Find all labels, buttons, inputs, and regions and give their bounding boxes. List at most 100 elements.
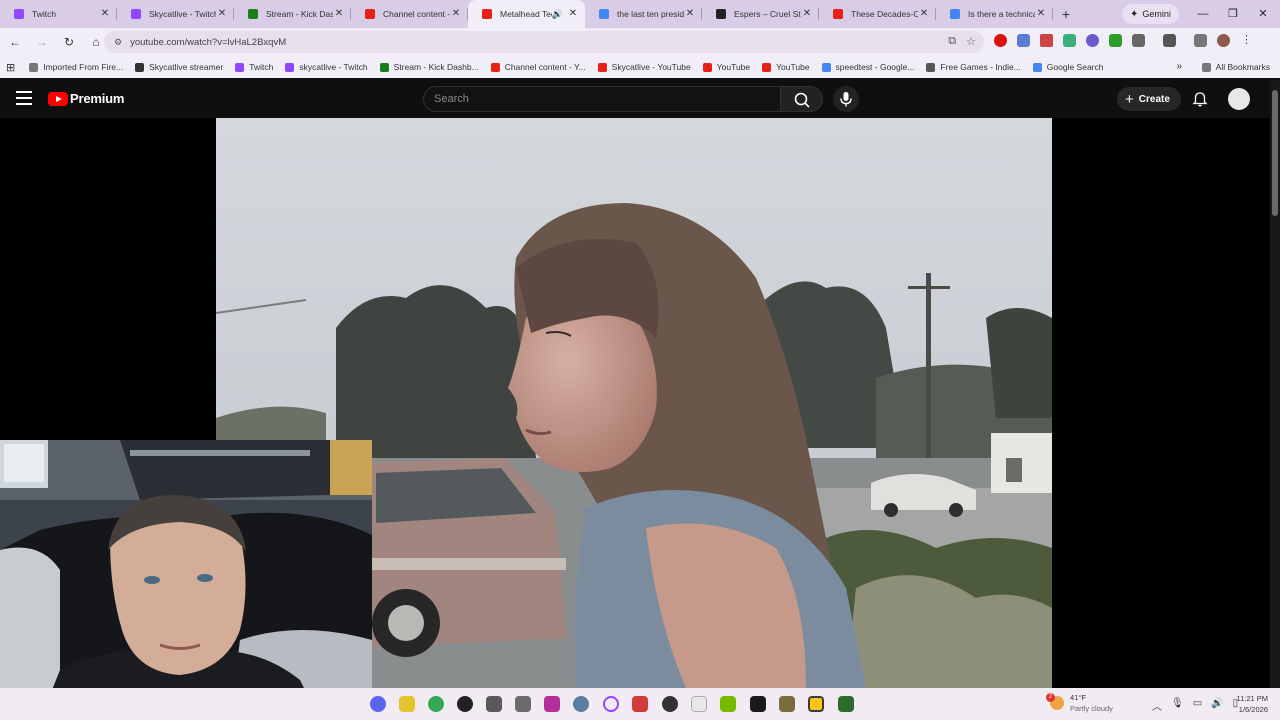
bookmark-item[interactable]: Google Search: [1032, 62, 1103, 72]
forward-button[interactable]: →: [30, 30, 54, 54]
browser-tab[interactable]: Stream - Kick Dashb✕: [234, 0, 351, 28]
rockstar-app-icon[interactable]: [808, 696, 824, 712]
volume-tray-icon[interactable]: 🔊: [1211, 698, 1223, 713]
red-app-icon[interactable]: [632, 696, 648, 712]
browser-tab[interactable]: These Decades-Old✕: [819, 0, 936, 28]
webcam-overlay: [0, 440, 372, 720]
pink-app-icon[interactable]: [544, 696, 560, 712]
browser-tab[interactable]: Twitch ✕: [0, 0, 117, 28]
twitch-icon: [14, 9, 24, 19]
bookmark-item[interactable]: Stream - Kick Dashb...: [379, 62, 479, 72]
menu-hamburger-icon[interactable]: [16, 91, 32, 105]
chrome-menu-icon[interactable]: ⋮: [1240, 34, 1253, 47]
omnibox-actions: ⧉ ☆: [948, 35, 976, 48]
profile-avatar-icon[interactable]: [1217, 34, 1230, 47]
install-app-icon[interactable]: ⧉: [948, 35, 956, 48]
bookmark-star-icon[interactable]: ☆: [966, 35, 976, 48]
bookmark-item[interactable]: speedtest - Google...: [821, 62, 914, 72]
vortex-app-icon[interactable]: [838, 696, 854, 712]
checkbox-app-icon[interactable]: [486, 696, 502, 712]
apps-grid-icon[interactable]: ⊞: [6, 61, 15, 74]
microphone-tray-icon[interactable]: 🎙: [1171, 698, 1184, 713]
new-tab-button[interactable]: +: [1053, 0, 1079, 28]
tab-title: Stream - Kick Dashb: [266, 9, 333, 19]
tab-close-icon[interactable]: ✕: [99, 8, 111, 20]
bookmark-item[interactable]: YouTube: [702, 62, 750, 72]
side-panel-icon[interactable]: [1163, 34, 1176, 47]
chrome-app-icon[interactable]: [428, 696, 444, 712]
tab-close-icon[interactable]: ✕: [684, 8, 696, 20]
browser-tab[interactable]: Channel content - Y✕: [351, 0, 468, 28]
browser-tab[interactable]: the last ten presid ✕: [585, 0, 702, 28]
account-avatar[interactable]: [1228, 88, 1250, 110]
bookmark-item[interactable]: Free Games - Indie...: [926, 62, 1021, 72]
extensions-puzzle-icon[interactable]: [1132, 34, 1145, 47]
snipping-tool-icon[interactable]: [691, 696, 707, 712]
tray-chevron-up-icon[interactable]: ︿: [1152, 698, 1162, 713]
tab-close-icon[interactable]: ✕: [801, 8, 813, 20]
bookmark-item[interactable]: Channel content - Y...: [490, 62, 586, 72]
epic-games-icon[interactable]: [750, 696, 766, 712]
bookmark-item[interactable]: YouTube: [762, 62, 810, 72]
browser-tab[interactable]: Metalhead Teen🔊 ✕: [468, 0, 585, 28]
discord-app-icon[interactable]: [370, 696, 386, 712]
circle-extension-icon[interactable]: [1086, 34, 1099, 47]
reload-button[interactable]: ↻: [57, 30, 81, 54]
download-arrow-icon[interactable]: [1109, 34, 1122, 47]
tab-audio-icon[interactable]: 🔊: [552, 9, 563, 20]
clock-date: 1/6/2026: [1238, 705, 1268, 714]
voice-search-button[interactable]: [833, 86, 859, 112]
more-bookmarks-chevron-icon[interactable]: »: [1176, 56, 1182, 78]
site-info-icon[interactable]: ⚙: [114, 37, 122, 48]
google-icon: [950, 9, 960, 19]
notes-app-icon[interactable]: [399, 696, 415, 712]
create-button[interactable]: + Create: [1117, 87, 1181, 111]
reading-list-icon[interactable]: [1194, 34, 1207, 47]
tab-title: Espers – Cruel Stor: [734, 9, 801, 19]
green-extension-icon[interactable]: [1063, 34, 1076, 47]
tab-close-icon[interactable]: ✕: [1035, 8, 1047, 20]
search-input[interactable]: Search: [423, 86, 781, 112]
network-tray-icon[interactable]: ▭: [1193, 698, 1202, 713]
obs-app-icon[interactable]: [662, 696, 678, 712]
bookmark-item[interactable]: Imported From Fire...: [29, 62, 123, 72]
tab-close-icon[interactable]: ✕: [567, 8, 579, 20]
notifications-bell-icon[interactable]: [1192, 91, 1208, 107]
browser-tab[interactable]: Is there a technical ✕: [936, 0, 1053, 28]
gemini-button[interactable]: ✦ Gemini: [1122, 4, 1179, 24]
taskbar-clock[interactable]: 11:21 PM 1/6/2026: [1232, 693, 1268, 715]
tab-close-icon[interactable]: ✕: [918, 8, 930, 20]
g-app-icon[interactable]: [457, 696, 473, 712]
character-app-icon[interactable]: [515, 696, 531, 712]
video-player[interactable]: [0, 118, 1270, 720]
opera-extension-icon[interactable]: [994, 34, 1007, 47]
bookmark-item[interactable]: Skycatlive streamer: [135, 62, 223, 72]
bookmark-item[interactable]: Twitch: [235, 62, 273, 72]
browser-tab[interactable]: Skycatlive - Twitch ✕: [117, 0, 234, 28]
browser-tab[interactable]: Espers – Cruel Stor ✕: [702, 0, 819, 28]
minimize-window-button[interactable]: —: [1188, 0, 1218, 28]
page-scrollbar[interactable]: [1270, 80, 1280, 688]
scrollbar-thumb[interactable]: [1272, 90, 1278, 216]
bookmark-item[interactable]: skycatlive - Twitch: [285, 62, 368, 72]
settings-gear-icon[interactable]: [573, 696, 589, 712]
search-button[interactable]: [781, 86, 823, 112]
close-window-button[interactable]: ✕: [1248, 0, 1278, 28]
tab-separator: [1052, 8, 1053, 20]
youtube-premium-logo[interactable]: Premium: [48, 91, 124, 106]
weather-widget[interactable]: 2 41°F Partly cloudy: [1046, 692, 1113, 714]
tab-close-icon[interactable]: ✕: [450, 8, 462, 20]
tab-close-icon[interactable]: ✕: [333, 8, 345, 20]
back-button[interactable]: ←: [3, 30, 27, 54]
game-app-icon[interactable]: [779, 696, 795, 712]
restore-window-button[interactable]: ❐: [1218, 0, 1248, 28]
all-bookmarks-button[interactable]: All Bookmarks: [1201, 56, 1270, 78]
translate-extension-icon[interactable]: [1017, 34, 1030, 47]
megaphone-extension-icon[interactable]: [1040, 34, 1053, 47]
nvidia-app-icon[interactable]: [720, 696, 736, 712]
tab-close-icon[interactable]: ✕: [216, 8, 228, 20]
circle-app-icon[interactable]: [603, 696, 619, 712]
address-bar[interactable]: ⚙ youtube.com/watch?v=lvHaL2BxqvM ⧉ ☆: [104, 31, 984, 53]
youtube-studio-icon: [365, 9, 375, 19]
bookmark-item[interactable]: Skycatlive - YouTube: [597, 62, 691, 72]
